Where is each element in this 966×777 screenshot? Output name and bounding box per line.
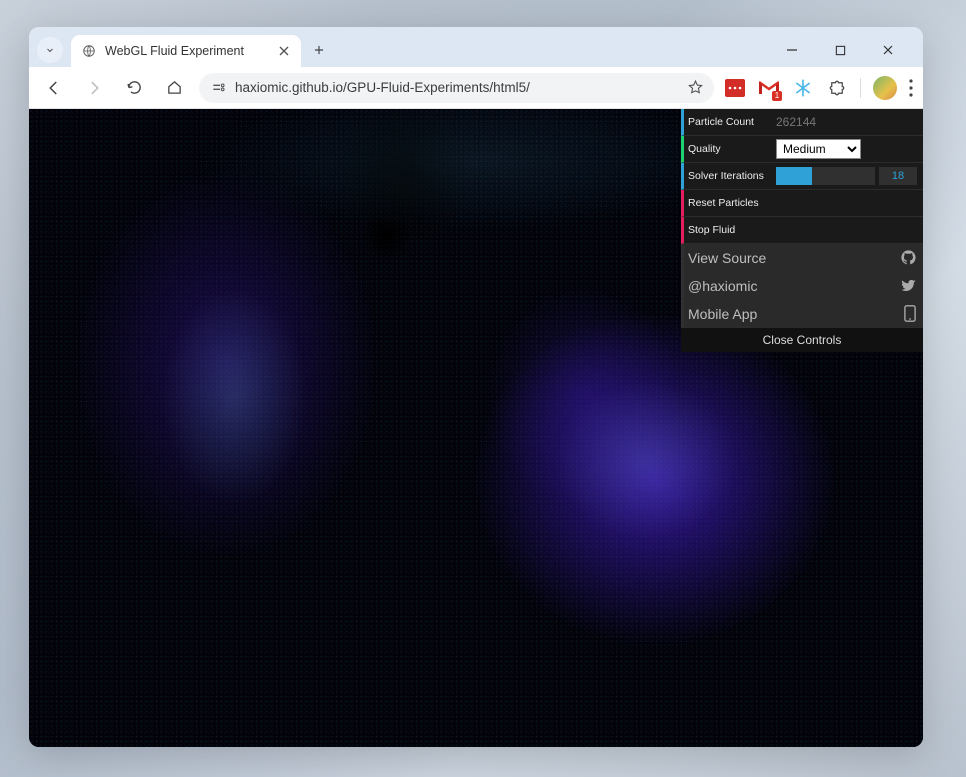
forward-button[interactable]: [79, 73, 109, 103]
dots-vertical-icon: [909, 79, 913, 97]
profile-avatar[interactable]: [873, 76, 897, 100]
close-controls-button[interactable]: Close Controls: [681, 328, 923, 352]
star-icon: [687, 79, 704, 96]
extensions-row: 1: [724, 76, 913, 100]
maximize-button[interactable]: [823, 35, 857, 65]
reload-button[interactable]: [119, 73, 149, 103]
site-settings-icon[interactable]: [209, 79, 227, 97]
twitter-icon: [900, 277, 917, 294]
globe-icon: [81, 43, 97, 59]
github-icon: [900, 249, 917, 266]
control-particle-count: Particle Count 262144: [681, 109, 923, 136]
phone-icon: [903, 305, 917, 322]
solver-slider[interactable]: [776, 167, 875, 185]
tab-title: WebGL Fluid Experiment: [105, 44, 244, 58]
extension-gmail[interactable]: 1: [758, 77, 780, 99]
quality-select[interactable]: Medium: [776, 139, 861, 159]
window-controls: [775, 35, 915, 65]
close-tab-button[interactable]: [277, 44, 291, 58]
mobile-app-link[interactable]: Mobile App: [681, 300, 923, 328]
control-label: Solver Iterations: [688, 170, 776, 182]
browser-window: WebGL Fluid Experiment haxiomic.github.i…: [29, 27, 923, 747]
control-label: Particle Count: [688, 116, 776, 128]
twitter-link[interactable]: @haxiomic: [681, 272, 923, 300]
home-button[interactable]: [159, 73, 189, 103]
controls-panel: Particle Count 262144 Quality Medium Sol…: [681, 109, 923, 352]
browser-tab[interactable]: WebGL Fluid Experiment: [71, 35, 301, 67]
browser-menu-button[interactable]: [909, 79, 913, 97]
minimize-button[interactable]: [775, 35, 809, 65]
extension-lastpass[interactable]: [724, 77, 746, 99]
close-icon: [279, 46, 289, 56]
particle-count-value: 262144: [776, 115, 917, 129]
stop-fluid-button[interactable]: Stop Fluid: [681, 217, 923, 244]
address-bar[interactable]: haxiomic.github.io/GPU-Fluid-Experiments…: [199, 73, 714, 103]
tab-search-button[interactable]: [37, 37, 63, 63]
tab-strip: WebGL Fluid Experiment: [29, 27, 923, 67]
arrow-left-icon: [45, 79, 63, 97]
view-source-link[interactable]: View Source: [681, 244, 923, 272]
plus-icon: [312, 43, 326, 57]
puzzle-icon: [828, 79, 846, 97]
badge-count: 1: [772, 91, 782, 101]
reset-particles-button[interactable]: Reset Particles: [681, 190, 923, 217]
url-text: haxiomic.github.io/GPU-Fluid-Experiments…: [235, 80, 530, 95]
solver-value-input[interactable]: [879, 167, 917, 185]
close-window-button[interactable]: [871, 35, 905, 65]
chevron-down-icon: [44, 44, 56, 56]
arrow-right-icon: [85, 79, 103, 97]
toolbar: haxiomic.github.io/GPU-Fluid-Experiments…: [29, 67, 923, 109]
bookmark-button[interactable]: [687, 79, 704, 96]
extensions-button[interactable]: [826, 77, 848, 99]
new-tab-button[interactable]: [307, 38, 331, 62]
home-icon: [166, 79, 183, 96]
extension-snowflake[interactable]: [792, 77, 814, 99]
reload-icon: [126, 79, 143, 96]
control-solver-iterations: Solver Iterations: [681, 163, 923, 190]
control-quality: Quality Medium: [681, 136, 923, 163]
separator: [860, 78, 861, 98]
slider-fill: [776, 167, 812, 185]
back-button[interactable]: [39, 73, 69, 103]
snowflake-icon: [793, 78, 813, 98]
control-label: Quality: [688, 143, 776, 155]
page-content[interactable]: Particle Count 262144 Quality Medium Sol…: [29, 109, 923, 747]
